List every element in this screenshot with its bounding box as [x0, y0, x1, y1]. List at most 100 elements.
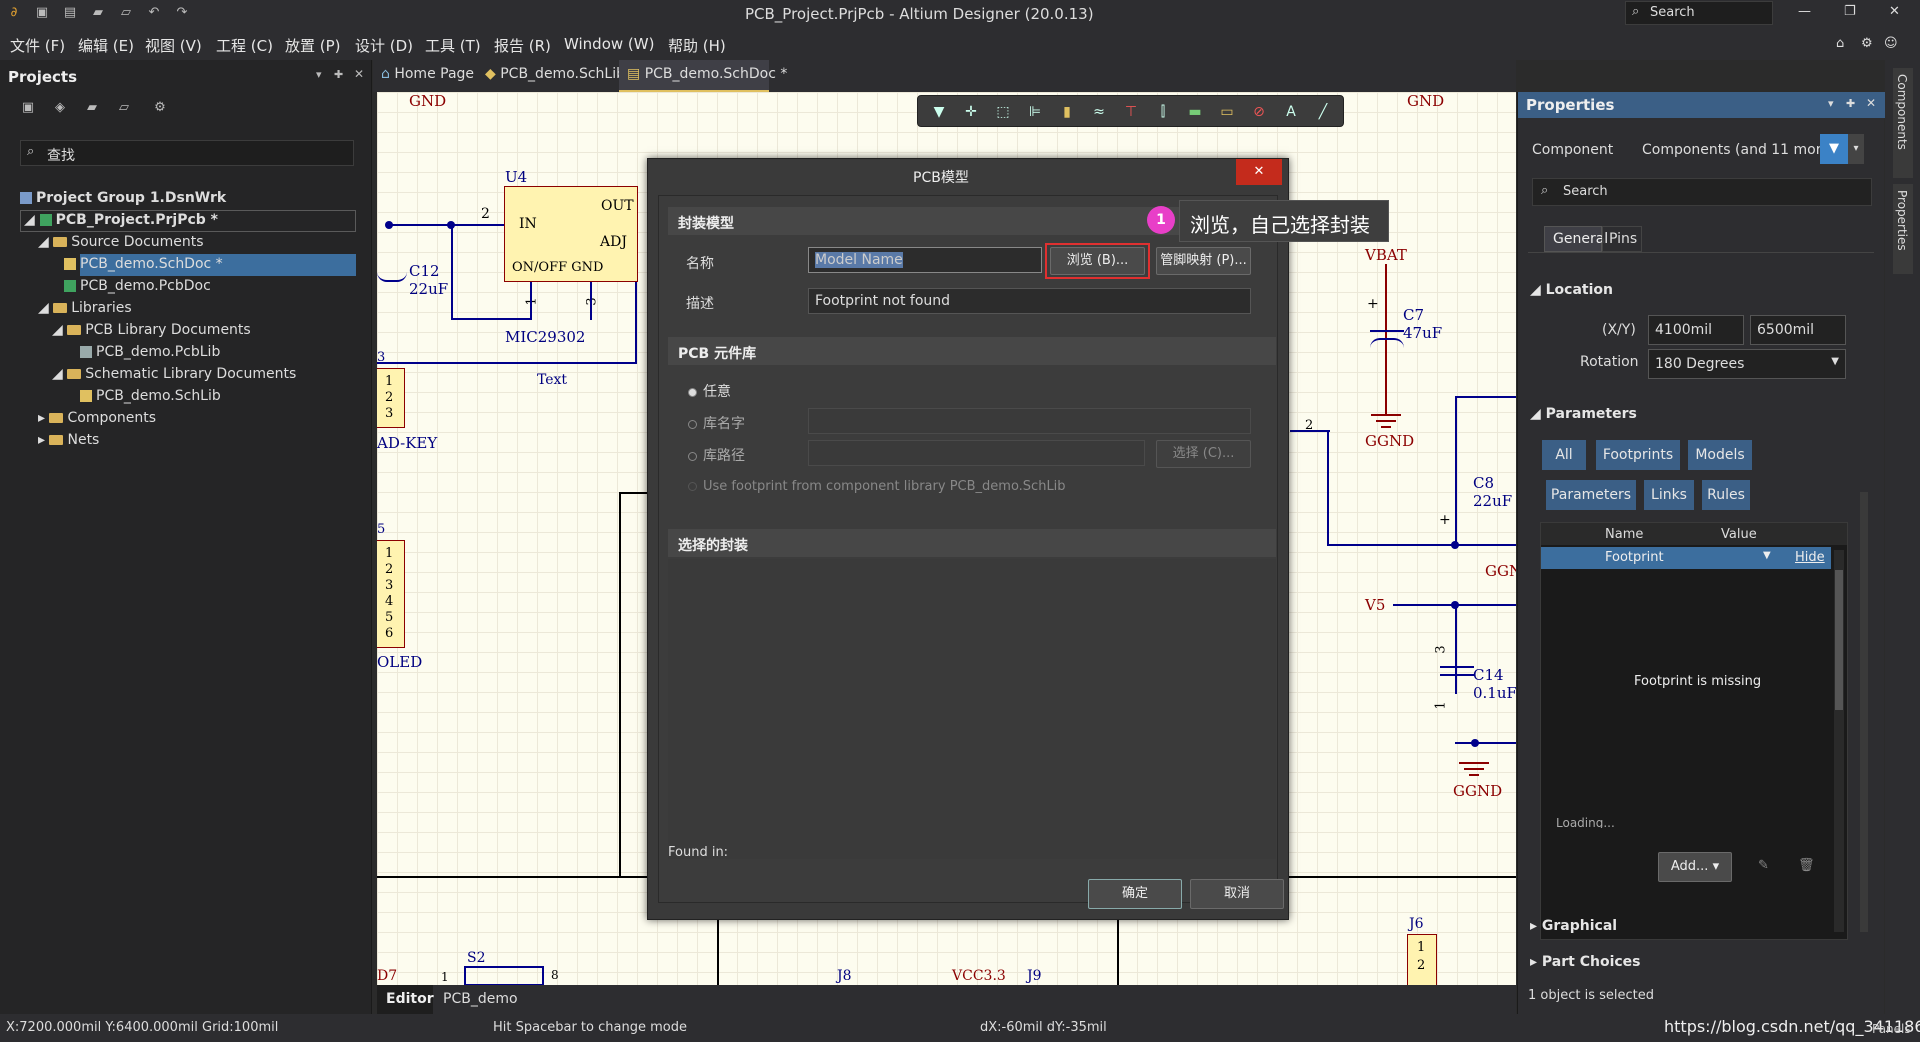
- tab-general[interactable]: General: [1544, 226, 1608, 252]
- undo-icon[interactable]: ↶: [146, 5, 162, 21]
- tree-pcbdoc[interactable]: PCB_demo.PcbDoc: [64, 278, 211, 294]
- tree-workspace[interactable]: Project Group 1.DsnWrk: [20, 190, 226, 206]
- close-icon[interactable]: ✕: [1889, 4, 1900, 19]
- select-library-button[interactable]: 选择 (C)...: [1156, 440, 1251, 468]
- menu-place[interactable]: 放置 (P): [285, 35, 341, 56]
- pin-map-button[interactable]: 管脚映射 (P)...: [1156, 247, 1251, 275]
- tree-schlib[interactable]: PCB_demo.SchLib: [80, 388, 221, 404]
- home-icon[interactable]: ⌂: [1836, 36, 1844, 51]
- open-project-icon[interactable]: ▱: [118, 5, 134, 21]
- tree-project[interactable]: ◢ PCB_Project.PrjPcb *: [24, 212, 218, 228]
- filter-rules-button[interactable]: Rules: [1702, 480, 1750, 510]
- save-icon[interactable]: ▣: [34, 5, 50, 21]
- model-name-input[interactable]: Model Name: [808, 247, 1042, 273]
- tree-source-docs[interactable]: ◢ Source Documents: [38, 234, 204, 250]
- panels-button[interactable]: Panels: [1872, 1022, 1911, 1036]
- tab-home-page[interactable]: ⌂ Home Page: [381, 66, 474, 82]
- switch-s2[interactable]: [464, 966, 544, 985]
- tree-libraries[interactable]: ◢ Libraries: [38, 300, 132, 316]
- select-rect-icon[interactable]: ⬚: [994, 103, 1012, 121]
- tree-nets[interactable]: ▸ Nets: [38, 432, 99, 448]
- power-port-icon[interactable]: ⊤: [1122, 103, 1140, 121]
- radio-libname[interactable]: 库名字: [688, 413, 745, 433]
- move-icon[interactable]: ✛: [962, 103, 980, 121]
- place-part-icon[interactable]: ▮: [1058, 103, 1076, 121]
- section-part-choices[interactable]: ▸ Part Choices: [1530, 954, 1641, 970]
- tab-components-side[interactable]: Components: [1893, 68, 1913, 178]
- settings-icon[interactable]: ⚙: [152, 100, 168, 116]
- user-icon[interactable]: ☺: [1884, 36, 1898, 51]
- bus-icon[interactable]: ⫿: [1154, 103, 1172, 121]
- filter-dropdown[interactable]: ▾: [1848, 134, 1864, 164]
- tab-pcb-demo[interactable]: PCB_demo: [443, 991, 518, 1007]
- scrollbar-thumb[interactable]: [1835, 570, 1843, 710]
- pin-icon[interactable]: ✚: [1846, 97, 1855, 110]
- section-parameters[interactable]: ◢ Parameters: [1530, 406, 1637, 422]
- y-input[interactable]: 6500mil: [1750, 315, 1846, 345]
- menu-project[interactable]: 工程 (C): [216, 35, 273, 56]
- browse-button[interactable]: 浏览 (B)...: [1050, 247, 1145, 275]
- menu-file[interactable]: 文件 (F): [10, 35, 65, 56]
- cancel-button[interactable]: 取消: [1190, 879, 1284, 909]
- panel-close-icon[interactable]: ✕: [354, 67, 364, 81]
- maximize-icon[interactable]: ❐: [1844, 4, 1856, 19]
- wire-icon[interactable]: ≈: [1090, 103, 1108, 121]
- hide-link[interactable]: Hide: [1795, 550, 1825, 565]
- properties-search-input[interactable]: ⌕ Search: [1532, 178, 1872, 206]
- directive-icon[interactable]: ⊘: [1250, 103, 1268, 121]
- tree-schlib-docs[interactable]: ◢ Schematic Library Documents: [52, 366, 296, 382]
- harness-icon[interactable]: ▬: [1186, 103, 1204, 121]
- menu-tools[interactable]: 工具 (T): [425, 35, 481, 56]
- menu-window[interactable]: Window (W): [564, 35, 654, 53]
- filter-footprints-button[interactable]: Footprints: [1596, 440, 1680, 470]
- filter-icon[interactable]: ▼: [930, 103, 948, 121]
- ok-button[interactable]: 确定: [1088, 879, 1182, 909]
- table-scrollbar[interactable]: [1834, 550, 1844, 932]
- pin-icon[interactable]: ✚: [334, 68, 343, 81]
- tree-pcblib-docs[interactable]: ◢ PCB Library Documents: [52, 322, 251, 338]
- libpath-input[interactable]: [808, 440, 1145, 466]
- menu-view[interactable]: 视图 (V): [145, 35, 202, 56]
- use-footprint-option[interactable]: Use footprint from component library PCB…: [688, 479, 1066, 494]
- open-folder-icon[interactable]: ▰: [90, 5, 106, 21]
- menu-help[interactable]: 帮助 (H): [668, 35, 726, 56]
- filter-parameters-button[interactable]: Parameters: [1546, 480, 1636, 510]
- projects-search-input[interactable]: ⌕ 查找: [20, 140, 354, 166]
- rotation-select[interactable]: 180 Degrees ▼: [1648, 349, 1846, 379]
- section-graphical[interactable]: ▸ Graphical: [1530, 918, 1617, 934]
- edit-icon[interactable]: ✎: [1758, 858, 1769, 873]
- redo-icon[interactable]: ↷: [174, 5, 190, 21]
- dialog-close-button[interactable]: ✕: [1236, 159, 1282, 185]
- save-all-icon[interactable]: ▤: [62, 5, 78, 21]
- menu-design[interactable]: 设计 (D): [355, 35, 413, 56]
- line-icon[interactable]: ╱: [1314, 103, 1332, 121]
- port-icon[interactable]: ▭: [1218, 103, 1236, 121]
- compile-icon[interactable]: ◈: [52, 100, 68, 116]
- properties-scrollbar[interactable]: [1860, 492, 1868, 932]
- menu-reports[interactable]: 报告 (R): [494, 35, 551, 56]
- radio-any[interactable]: 任意: [688, 381, 731, 401]
- filter-button[interactable]: ▼: [1820, 134, 1848, 164]
- menu-edit[interactable]: 编辑 (E): [78, 35, 134, 56]
- radio-libpath[interactable]: 库路径: [688, 445, 745, 465]
- tab-schlib[interactable]: ◆ PCB_demo.SchLib: [485, 66, 625, 82]
- tab-schdoc[interactable]: ▤ PCB_demo.SchDoc *: [627, 66, 787, 82]
- save-project-icon[interactable]: ▣: [20, 100, 36, 116]
- panel-menu-icon[interactable]: ▾: [1828, 97, 1834, 110]
- folder-icon[interactable]: ▱: [116, 100, 132, 116]
- table-row-footprint[interactable]: Footprint ▼ Hide: [1541, 547, 1831, 569]
- delete-icon[interactable]: 🗑: [1798, 858, 1815, 873]
- tab-editor[interactable]: Editor: [377, 985, 434, 1014]
- align-icon[interactable]: ⊫: [1026, 103, 1044, 121]
- filter-models-button[interactable]: Models: [1688, 440, 1752, 470]
- x-input[interactable]: 4100mil: [1648, 315, 1744, 345]
- filter-links-button[interactable]: Links: [1644, 480, 1694, 510]
- global-search[interactable]: ⌕ Search: [1625, 1, 1773, 25]
- section-location[interactable]: ◢ Location: [1530, 282, 1613, 298]
- tree-pcblib[interactable]: PCB_demo.PcbLib: [80, 344, 220, 360]
- tree-components[interactable]: ▸ Components: [38, 410, 156, 426]
- gear-icon[interactable]: ⚙: [1861, 36, 1873, 51]
- filter-all-button[interactable]: All: [1542, 440, 1586, 470]
- panel-menu-icon[interactable]: ▾: [316, 68, 322, 81]
- tab-properties-side[interactable]: Properties: [1893, 184, 1913, 274]
